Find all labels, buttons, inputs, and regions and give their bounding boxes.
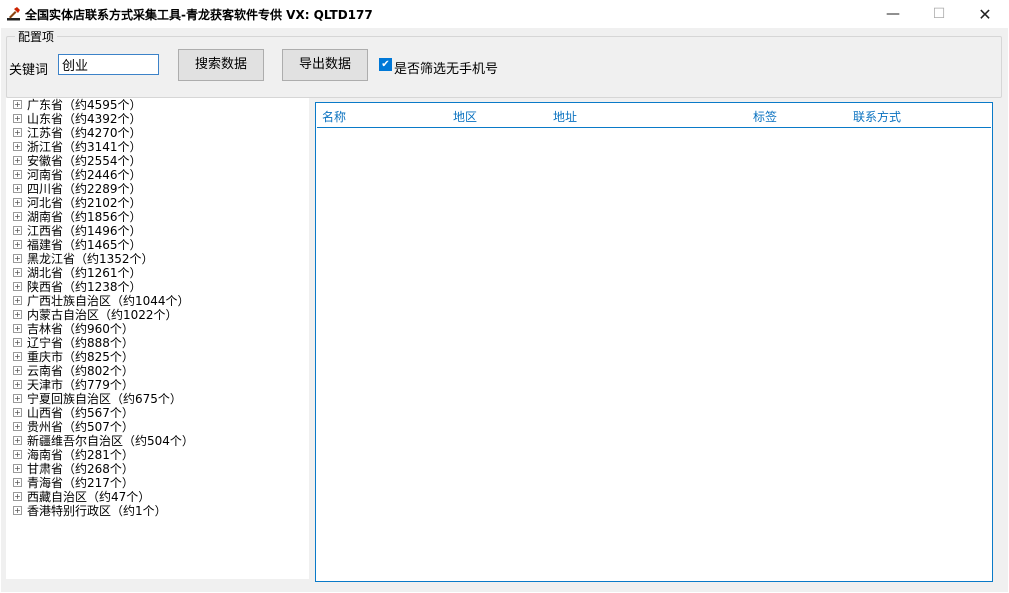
tree-item-label[interactable]: 江西省（约1496个） xyxy=(27,224,142,238)
plus-box-icon[interactable]: + xyxy=(13,338,22,347)
tree-item-label[interactable]: 四川省（约2289个） xyxy=(27,182,142,196)
plus-box-icon[interactable]: + xyxy=(13,352,22,361)
tree-item-label[interactable]: 湖南省（约1856个） xyxy=(27,210,142,224)
plus-box-icon[interactable]: + xyxy=(13,408,22,417)
tree-item-label[interactable]: 内蒙古自治区（约1022个） xyxy=(27,308,178,322)
plus-box-icon[interactable]: + xyxy=(13,310,22,319)
plus-box-icon[interactable]: + xyxy=(13,366,22,375)
config-group: 配置项 关键词 搜索数据 导出数据 ✔ 是否筛选无手机号 xyxy=(6,28,1002,98)
filter-no-phone-checkbox[interactable]: ✔ xyxy=(379,58,392,71)
tree-item-label[interactable]: 新疆维吾尔自治区（约504个） xyxy=(27,434,194,448)
tree-item-label[interactable]: 天津市（约779个） xyxy=(27,378,134,392)
plus-box-icon[interactable]: + xyxy=(13,142,22,151)
column-header-address[interactable]: 地址 xyxy=(553,108,577,125)
client-area: 配置项 关键词 搜索数据 导出数据 ✔ 是否筛选无手机号 + 广东省（约4595个… xyxy=(1,28,1008,592)
plus-box-icon[interactable]: + xyxy=(13,128,22,137)
plus-box-icon[interactable]: + xyxy=(13,506,22,515)
plus-box-icon[interactable]: + xyxy=(13,268,22,277)
title-bar: 全国实体店联系方式采集工具-青龙获客软件专供 VX: QLTD177 — ☐ ✕ xyxy=(0,0,1009,28)
plus-box-icon[interactable]: + xyxy=(13,184,22,193)
plus-box-icon[interactable]: + xyxy=(13,254,22,263)
tree-item-label[interactable]: 河南省（约2446个） xyxy=(27,168,142,182)
plus-box-icon[interactable]: + xyxy=(13,198,22,207)
export-data-button[interactable]: 导出数据 xyxy=(282,49,368,81)
keyword-input[interactable] xyxy=(58,54,159,75)
window-title: 全国实体店联系方式采集工具-青龙获客软件专供 VX: QLTD177 xyxy=(25,8,373,22)
tree-item-label[interactable]: 黑龙江省（约1352个） xyxy=(27,252,154,266)
column-header-tags[interactable]: 标签 xyxy=(753,108,777,125)
tree-item-label[interactable]: 香港特别行政区（约1个） xyxy=(27,504,167,518)
plus-box-icon[interactable]: + xyxy=(13,436,22,445)
tree-item-label[interactable]: 宁夏回族自治区（约675个） xyxy=(27,392,182,406)
tree-item-label[interactable]: 江苏省（约4270个） xyxy=(27,126,142,140)
tree-item-label[interactable]: 海南省（约281个） xyxy=(27,448,134,462)
plus-box-icon[interactable]: + xyxy=(13,324,22,333)
plus-box-icon[interactable]: + xyxy=(13,464,22,473)
search-data-button[interactable]: 搜索数据 xyxy=(178,49,264,81)
tree-item-label[interactable]: 安徽省（约2554个） xyxy=(27,154,142,168)
keyword-label: 关键词 xyxy=(9,63,49,78)
plus-box-icon[interactable]: + xyxy=(13,282,22,291)
checkmark-icon: ✔ xyxy=(381,59,390,70)
tree-item-label[interactable]: 湖北省（约1261个） xyxy=(27,266,142,280)
tree-item-label[interactable]: 辽宁省（约888个） xyxy=(27,336,134,350)
tree-item-label[interactable]: 西藏自治区（约47个） xyxy=(27,490,150,504)
config-group-title: 配置项 xyxy=(15,28,58,45)
filter-no-phone-label[interactable]: 是否筛选无手机号 xyxy=(394,58,498,77)
results-list[interactable]: 名称 地区 地址 标签 联系方式 xyxy=(315,102,993,582)
plus-box-icon[interactable]: + xyxy=(13,450,22,459)
plus-box-icon[interactable]: + xyxy=(13,100,22,109)
plus-box-icon[interactable]: + xyxy=(13,240,22,249)
tree-item-label[interactable]: 重庆市（约825个） xyxy=(27,350,134,364)
plus-box-icon[interactable]: + xyxy=(13,492,22,501)
tree-item-label[interactable]: 贵州省（约507个） xyxy=(27,420,134,434)
tree-item-label[interactable]: 甘肃省（约268个） xyxy=(27,462,134,476)
tree-item-label[interactable]: 青海省（约217个） xyxy=(27,476,134,490)
plus-box-icon[interactable]: + xyxy=(13,380,22,389)
tree-item-label[interactable]: 山东省（约4392个） xyxy=(27,112,142,126)
tree-item-label[interactable]: 云南省（约802个） xyxy=(27,364,134,378)
region-tree[interactable]: + 广东省（约4595个） + 山东省（约4392个） + 江苏省（约4270个） + 浙江省… xyxy=(6,98,309,579)
tree-item-label[interactable]: 陕西省（约1238个） xyxy=(27,280,142,294)
column-header-contact[interactable]: 联系方式 xyxy=(853,108,901,125)
plus-box-icon[interactable]: + xyxy=(13,394,22,403)
tree-item-label[interactable]: 浙江省（约3141个） xyxy=(27,140,142,154)
tree-item-label[interactable]: 广东省（约4595个） xyxy=(27,98,142,112)
plus-box-icon[interactable]: + xyxy=(13,296,22,305)
minimize-button[interactable]: — xyxy=(870,0,916,28)
close-button[interactable]: ✕ xyxy=(962,0,1008,28)
tree-item-label[interactable]: 广西壮族自治区（约1044个） xyxy=(27,294,190,308)
plus-box-icon[interactable]: + xyxy=(13,226,22,235)
tree-item-label[interactable]: 福建省（约1465个） xyxy=(27,238,142,252)
column-header-region[interactable]: 地区 xyxy=(453,108,477,125)
plus-box-icon[interactable]: + xyxy=(13,114,22,123)
plus-box-icon[interactable]: + xyxy=(13,170,22,179)
plus-box-icon[interactable]: + xyxy=(13,478,22,487)
column-header-name[interactable]: 名称 xyxy=(322,108,346,125)
tree-item-label[interactable]: 吉林省（约960个） xyxy=(27,322,134,336)
tree-item-label[interactable]: 山西省（约567个） xyxy=(27,406,134,420)
plus-box-icon[interactable]: + xyxy=(13,156,22,165)
tree-item-label[interactable]: 河北省（约2102个） xyxy=(27,196,142,210)
results-header: 名称 地区 地址 标签 联系方式 xyxy=(317,103,991,128)
maximize-button[interactable]: ☐ xyxy=(916,0,962,28)
hammer-icon xyxy=(7,7,20,21)
plus-box-icon[interactable]: + xyxy=(13,212,22,221)
plus-box-icon[interactable]: + xyxy=(13,422,22,431)
